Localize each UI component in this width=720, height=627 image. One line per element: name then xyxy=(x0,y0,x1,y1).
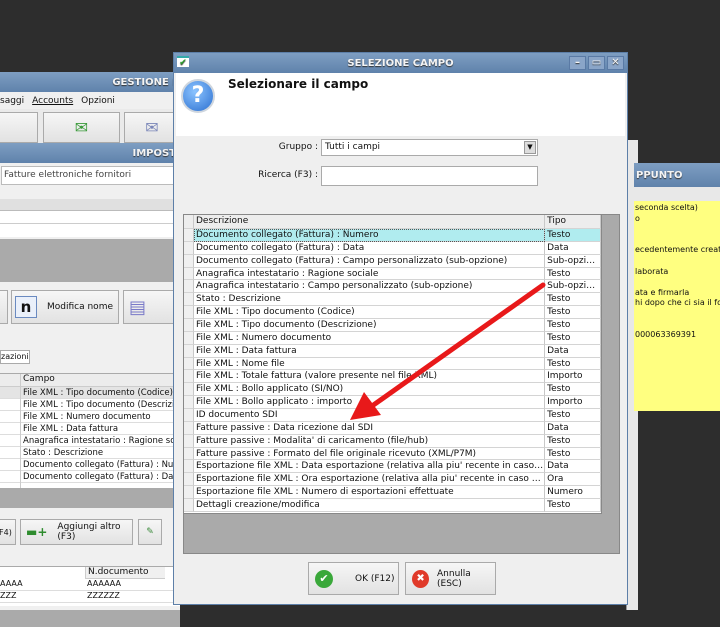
red-arrow-annotation xyxy=(350,282,546,420)
